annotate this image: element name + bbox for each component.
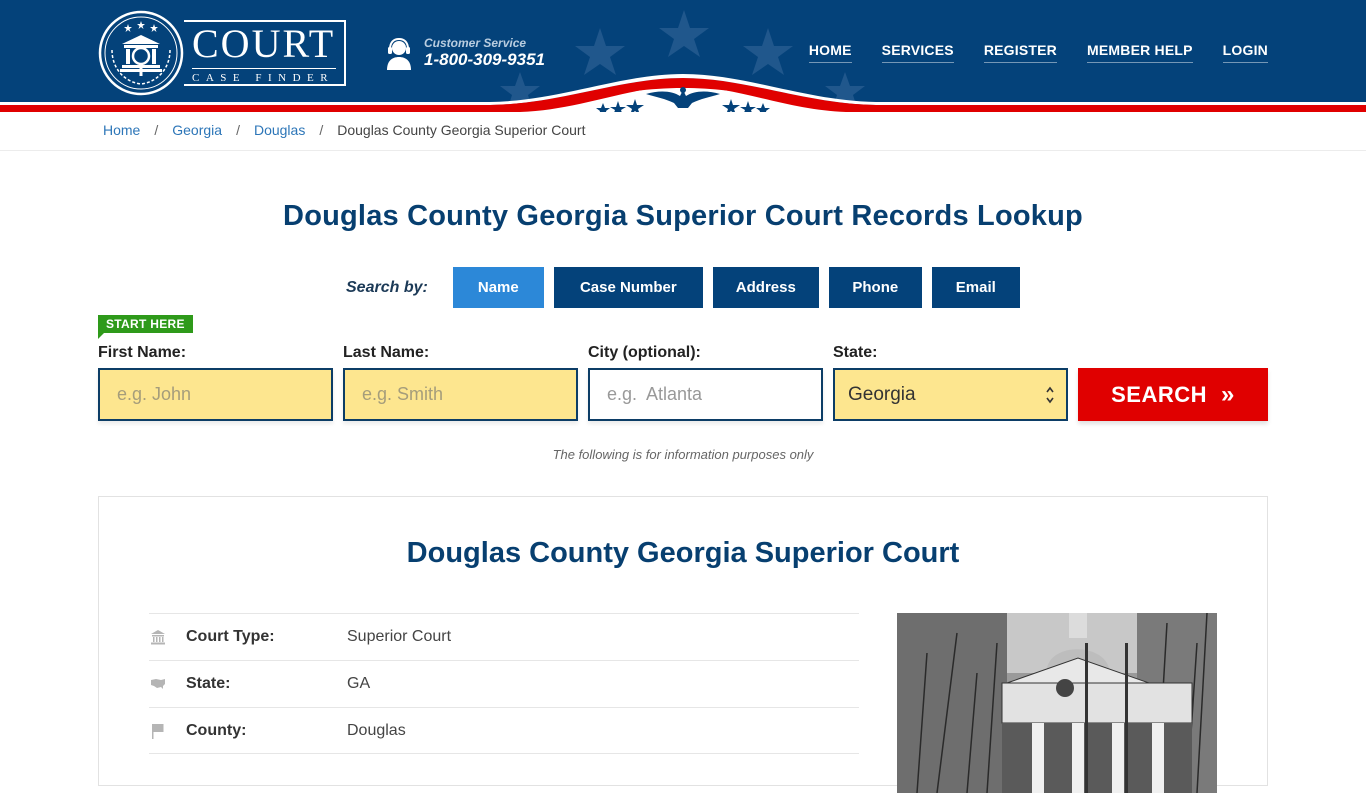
breadcrumb-georgia[interactable]: Georgia [172, 122, 222, 138]
detail-value: Douglas [347, 721, 406, 739]
detail-value: Superior Court [347, 628, 452, 645]
customer-service-label: Customer Service [424, 36, 527, 50]
courthouse-photo-illustration [897, 613, 1217, 793]
us-map-icon [149, 675, 167, 693]
state-select-value: Georgia [848, 383, 916, 405]
state-select[interactable]: Georgia [833, 368, 1068, 421]
courthouse-icon [149, 628, 167, 646]
breadcrumb-current: Douglas County Georgia Superior Court [337, 122, 586, 138]
flag-icon [149, 722, 167, 740]
breadcrumb-home[interactable]: Home [103, 122, 140, 138]
court-info-card: Douglas County Georgia Superior Court Co… [98, 496, 1268, 793]
search-button[interactable]: SEARCH » [1078, 368, 1268, 421]
tab-phone[interactable]: Phone [828, 267, 922, 308]
tab-case-number[interactable]: Case Number [553, 267, 703, 308]
breadcrumb-separator: / [236, 122, 240, 138]
breadcrumb-separator: / [154, 122, 159, 138]
detail-label: Court Type: [186, 628, 275, 645]
disclaimer: The following is for information purpose… [552, 447, 814, 462]
nav-member-help[interactable]: MEMBER HELP [1087, 42, 1193, 63]
detail-label: State: [186, 675, 231, 692]
select-updown-icon [1046, 386, 1054, 404]
search-button-label: SEARCH [1111, 381, 1208, 407]
logo-title: COURT [192, 21, 336, 66]
last-name-label: Last Name: [343, 344, 430, 361]
detail-row-county: County: Douglas [149, 707, 859, 754]
headset-agent-icon [387, 38, 411, 70]
logo-wordmark: COURT CASE FINDER [184, 20, 346, 86]
first-name-input[interactable] [98, 368, 333, 421]
nav-services[interactable]: SERVICES [881, 42, 954, 63]
breadcrumb-divider [0, 150, 1366, 151]
courthouse-emblem-icon [98, 10, 184, 96]
tab-email[interactable]: Email [931, 267, 1020, 308]
main-nav: HOME SERVICES REGISTER MEMBER HELP LOGIN [808, 42, 1268, 63]
page-title: Douglas County Georgia Superior Court Re… [283, 200, 1083, 232]
site-header: COURT CASE FINDER Customer Service 1-800… [0, 0, 1366, 112]
tab-address[interactable]: Address [712, 267, 819, 308]
city-label: City (optional): [588, 344, 701, 361]
city-input[interactable] [588, 368, 823, 421]
search-by-tabs: Search by: Name Case Number Address Phon… [346, 267, 1030, 308]
state-label: State: [833, 344, 878, 361]
double-chevron-right-icon: » [1221, 380, 1235, 408]
last-name-input[interactable] [343, 368, 578, 421]
court-details-list: Court Type: Superior Court State: GA Cou… [149, 613, 859, 754]
detail-row-court-type: Court Type: Superior Court [149, 613, 859, 660]
detail-row-state: State: GA [149, 660, 859, 707]
tab-name[interactable]: Name [452, 267, 544, 308]
detail-value: GA [347, 675, 371, 692]
start-here-badge-tail [98, 333, 104, 339]
court-title: Douglas County Georgia Superior Court [406, 537, 960, 569]
logo-subtitle: CASE FINDER [192, 72, 335, 84]
start-here-badge: START HERE [98, 315, 193, 333]
breadcrumb-douglas[interactable]: Douglas [254, 122, 305, 138]
first-name-label: First Name: [98, 344, 187, 361]
breadcrumb-separator: / [319, 122, 324, 138]
courthouse-photo [897, 613, 1217, 793]
nav-login[interactable]: LOGIN [1222, 42, 1268, 63]
detail-label: County: [186, 721, 247, 739]
breadcrumb: Home / Georgia / Douglas / Douglas Count… [103, 122, 585, 138]
customer-service-phone[interactable]: 1-800-309-9351 [424, 50, 545, 70]
logo-divider [192, 68, 336, 69]
search-by-label: Search by: [346, 278, 428, 296]
nav-register[interactable]: REGISTER [983, 42, 1057, 63]
nav-home[interactable]: HOME [808, 42, 852, 63]
site-logo[interactable]: COURT CASE FINDER [98, 10, 348, 96]
